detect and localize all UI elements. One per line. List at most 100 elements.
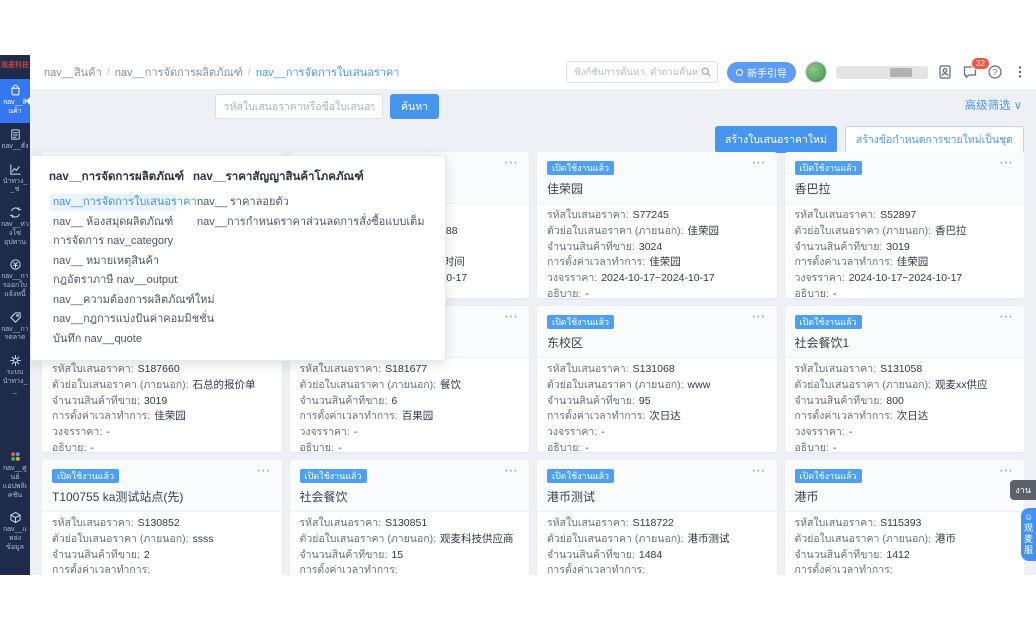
item-count: 3019: [144, 394, 167, 410]
menu-item[interactable]: กฎอัตราภาษี nav__output: [49, 272, 177, 289]
card-title: 社会餐饮: [300, 488, 520, 505]
sidebar-item-label: nav__สั่ง: [1, 143, 30, 152]
card-more-icon[interactable]: ⋯: [752, 462, 767, 479]
sidebar-item-app-center[interactable]: nav__ศูนย์แอปพลิเคชัน: [0, 445, 30, 506]
batch-create-button[interactable]: สร้างข้อกำหนดการขายใหม่เป็นชุด: [845, 126, 1024, 153]
quote-search-input[interactable]: [215, 94, 383, 119]
price-cycle: -: [354, 425, 358, 441]
quote-card[interactable]: เปิดใช้งานแล้ว ⋯ 社会餐饮 รหัสใบเสนอราคา:S13…: [290, 460, 530, 575]
sidebar-item-supply-chain[interactable]: nav__ห่วงโซ่อุปทาน: [0, 201, 30, 253]
field-label: ตัวย่อใบเสนอราคา (ภายนอก):: [300, 532, 437, 548]
sidebar-item-data-source[interactable]: nav__แหล่งข้อมูล: [0, 506, 30, 558]
create-quote-button[interactable]: สร้างใบเสนอราคาใหม่: [715, 126, 837, 153]
description: -: [90, 441, 94, 452]
card-body: รหัสใบเสนอราคา:S77245 ตัวย่อใบเสนอราคา (…: [537, 204, 777, 298]
field-label: วงจรราคา:: [300, 425, 350, 441]
card-body: รหัสใบเสนอราคา:S130852 ตัวย่อใบเสนอราคา …: [42, 512, 282, 575]
menu-item[interactable]: nav__ ราคาลอยตัว: [193, 194, 429, 211]
help-icon[interactable]: ?: [987, 64, 1003, 80]
menu-column-products: nav__การจัดการผลิตภัณฑ์ nav__การจัดการใบ…: [49, 168, 177, 350]
field-label: จำนวนสินค้าที่ขาย:: [300, 548, 388, 564]
sidebar-item-marketing[interactable]: nav__การตลาด: [0, 306, 30, 350]
card-more-icon[interactable]: ⋯: [752, 154, 767, 171]
card-more-icon[interactable]: ⋯: [752, 308, 767, 325]
field-label: อธิบาย:: [300, 441, 334, 452]
card-body: รหัสใบเสนอราคา:S131058 ตัวย่อใบเสนอราคา …: [785, 358, 1025, 452]
sidebar-item-label: นำทาง__ช่: [0, 178, 30, 196]
sidebar-item-system[interactable]: ระบบนำทาง__: [0, 349, 30, 401]
field-label: การตั้งค่าเวลาทำการ:: [52, 409, 150, 425]
sync-arrows-icon: [9, 206, 22, 219]
field-label: อธิบาย:: [795, 287, 829, 298]
task-tab[interactable]: งาน: [1010, 480, 1036, 500]
sidebar-item-label: nav__ศูนย์แอปพลิเคชัน: [0, 465, 30, 500]
sidebar-item-orders[interactable]: nav__สั่ง: [0, 123, 30, 158]
quote-card[interactable]: เปิดใช้งานแล้ว ⋯ 东校区 รหัสใบเสนอราคา:S131…: [537, 306, 777, 452]
menu-item[interactable]: nav__การกำหนดราคาส่วนลดการสั่งซื้อแบบเต็…: [193, 214, 429, 231]
menu-item[interactable]: nav__ ห้องสมุดผลิตภัณฑ์: [49, 214, 177, 231]
breadcrumb-item[interactable]: nav__การจัดการผลิตภัณฑ์: [115, 63, 243, 81]
newbie-guide-button[interactable]: 新手引导: [727, 62, 796, 83]
card-more-icon[interactable]: ⋯: [504, 154, 519, 171]
global-search-input[interactable]: [574, 67, 700, 78]
menu-item[interactable]: บันทึก nav__quote: [49, 331, 177, 348]
field-label: ตัวย่อใบเสนอราคา (ภายนอก):: [547, 378, 684, 394]
card-title: 港币测试: [547, 488, 767, 505]
search-button[interactable]: ค้นหา: [390, 94, 439, 119]
messages-icon[interactable]: 32: [962, 64, 978, 80]
field-label: ตัวย่อใบเสนอราคา (ภายนอก):: [547, 224, 684, 240]
field-label: จำนวนสินค้าที่ขาย:: [52, 394, 140, 410]
card-more-icon[interactable]: ⋯: [999, 154, 1014, 171]
card-more-icon[interactable]: ⋯: [999, 308, 1014, 325]
field-label: อธิบาย:: [795, 441, 829, 452]
sidebar-item-reports[interactable]: นำทาง__ช่: [0, 158, 30, 202]
item-count: 6: [391, 394, 397, 410]
card-more-icon[interactable]: ⋯: [504, 308, 519, 325]
breadcrumb: nav__สินค้า / nav__การจัดการผลิตภัณฑ์ / …: [44, 63, 399, 81]
contacts-icon[interactable]: [937, 64, 953, 80]
card-body: รหัสใบเสนอราคา:S118722 ตัวย่อใบเสนอราคา …: [537, 512, 777, 575]
sidebar-item-invoicing[interactable]: nav__การออกใบแจ้งหนี้: [0, 253, 30, 305]
quote-card[interactable]: เปิดใช้งานแล้ว ⋯ 佳荣园 รหัสใบเสนอราคา:S772…: [537, 152, 777, 298]
price-cycle: 2024-10-17~2024-10-17: [849, 271, 963, 287]
menu-item[interactable]: nav__การจัดการใบเสนอราคา: [49, 194, 177, 211]
field-label: การตั้งค่าเวลาทำการ:: [52, 563, 150, 575]
advanced-filter-link[interactable]: 高级筛选 ∨: [965, 97, 1022, 113]
kebab-menu-icon[interactable]: [1012, 64, 1028, 80]
field-label: การตั้งค่าเวลาทำการ:: [300, 563, 398, 575]
card-more-icon[interactable]: ⋯: [504, 462, 519, 479]
sidebar-item-products[interactable]: nav__สินค้า: [0, 79, 30, 123]
guide-icon: [736, 69, 743, 76]
menu-item[interactable]: การจัดการ nav_category: [49, 233, 177, 250]
chevron-down-icon: ∨: [1014, 98, 1022, 112]
card-body: รหัสใบเสนอราคา:S52897 ตัวย่อใบเสนอราคา (…: [785, 204, 1025, 298]
gear-icon: [9, 354, 22, 367]
global-search-box[interactable]: [566, 61, 718, 83]
quote-card[interactable]: เปิดใช้งานแล้ว ⋯ 社会餐饮1 รหัสใบเสนอราคา:S1…: [785, 306, 1025, 452]
quote-abbr: 佳荣园: [688, 224, 720, 240]
price-cycle: -: [849, 425, 853, 441]
status-badge: เปิดใช้งานแล้ว: [795, 315, 862, 329]
menu-item[interactable]: nav__ หมายเหตุสินค้า: [49, 253, 177, 270]
avatar[interactable]: [805, 61, 827, 83]
quote-card[interactable]: เปิดใช้งานแล้ว ⋯ 港币测试 รหัสใบเสนอราคา:S11…: [537, 460, 777, 575]
search-icon[interactable]: [700, 66, 712, 78]
field-label: อธิบาย:: [52, 441, 86, 452]
time-setting: 佳荣园: [897, 255, 929, 271]
quote-card[interactable]: เปิดใช้งานแล้ว ⋯ 香巴拉 รหัสใบเสนอราคา:S528…: [785, 152, 1025, 298]
card-more-icon[interactable]: ⋯: [999, 462, 1014, 479]
menu-item[interactable]: nav__กฎการแบ่งปันค่าคอมมิชชั่น: [49, 311, 177, 328]
field-label: ตัวย่อใบเสนอราคา (ภายนอก):: [795, 378, 932, 394]
customer-service-widget[interactable]: ☺ 观麦服: [1021, 508, 1036, 561]
quote-card[interactable]: เปิดใช้งานแล้ว ⋯ 港币 รหัสใบเสนอราคา:S1153…: [785, 460, 1025, 575]
menu-item[interactable]: nav__ความต้องการผลิตภัณฑ์ใหม่: [49, 292, 177, 309]
breadcrumb-separator: /: [107, 66, 110, 78]
app-logo: 观麦科技: [0, 55, 30, 79]
breadcrumb-item[interactable]: nav__สินค้า: [44, 63, 102, 81]
card-title: 香巴拉: [795, 180, 1015, 197]
quote-card[interactable]: เปิดใช้งานแล้ว ⋯ T100755 ka测试站点(先) รหัสใ…: [42, 460, 282, 575]
time-setting: 佳荣园: [649, 255, 681, 271]
top-bar: nav__สินค้า / nav__การจัดการผลิตภัณฑ์ / …: [30, 55, 1036, 89]
user-name-redacted[interactable]: [836, 66, 928, 79]
card-more-icon[interactable]: ⋯: [257, 462, 272, 479]
